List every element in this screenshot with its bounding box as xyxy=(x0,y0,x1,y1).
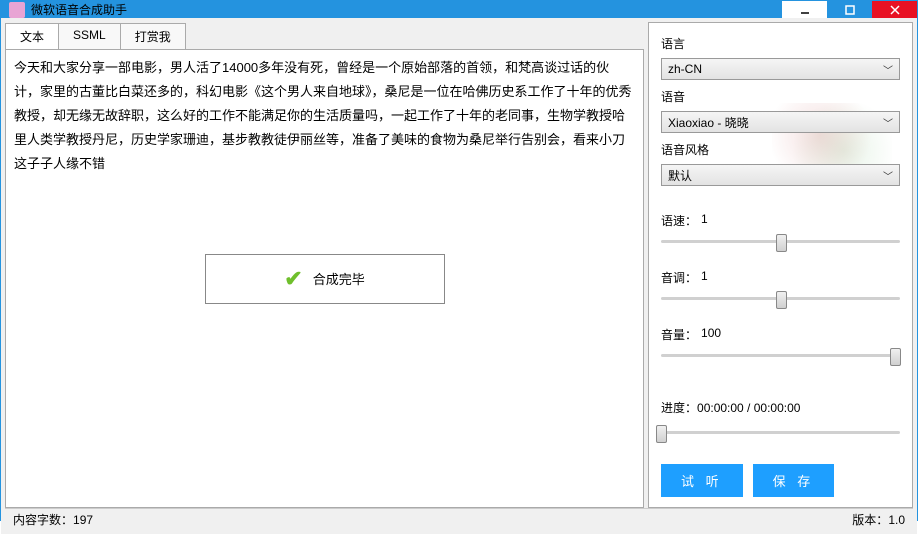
close-button[interactable] xyxy=(872,1,917,18)
titlebar[interactable]: 微软语音合成助手 xyxy=(1,1,917,18)
tab-strip: 文本 SSML 打赏我 xyxy=(5,22,644,49)
listen-button[interactable]: 试 听 xyxy=(661,464,743,497)
progress-label: 进度： xyxy=(661,401,697,415)
style-label: 语音风格 xyxy=(661,141,900,158)
volume-value: 100 xyxy=(701,326,721,343)
voice-label: 语音 xyxy=(661,88,900,105)
progress-value: 00:00:00 / 00:00:00 xyxy=(697,401,800,415)
version-value: 1.0 xyxy=(888,513,905,527)
settings-panel: 语言 zh-CN ﹀ 语音 Xiaoxiao - 晓晓 ﹀ 语音风格 默认 ﹀ … xyxy=(648,22,913,508)
voice-select[interactable]: Xiaoxiao - 晓晓 ﹀ xyxy=(661,111,900,133)
app-icon xyxy=(9,2,25,18)
app-window: 微软语音合成助手 文本 SSML 打赏我 ✔ 合成完毕 xyxy=(0,0,918,521)
pitch-label: 音调： xyxy=(661,269,697,286)
rate-label: 语速： xyxy=(661,212,697,229)
window-title: 微软语音合成助手 xyxy=(31,1,782,18)
charcount-label: 内容字数： xyxy=(13,511,73,528)
minimize-button[interactable] xyxy=(782,1,827,18)
tab-donate[interactable]: 打赏我 xyxy=(121,23,186,50)
pitch-value: 1 xyxy=(701,269,708,286)
pitch-slider[interactable] xyxy=(661,288,900,308)
rate-value: 1 xyxy=(701,212,708,229)
version-label: 版本： xyxy=(852,511,888,528)
tab-text[interactable]: 文本 xyxy=(5,23,59,50)
chevron-down-icon: ﹀ xyxy=(883,115,893,130)
client-area: 文本 SSML 打赏我 ✔ 合成完毕 语言 zh-CN ﹀ xyxy=(1,18,917,534)
statusbar: 内容字数： 197 版本： 1.0 xyxy=(5,508,913,530)
volume-label: 音量： xyxy=(661,326,697,343)
left-column: 文本 SSML 打赏我 ✔ 合成完毕 xyxy=(5,22,644,508)
rate-slider[interactable] xyxy=(661,231,900,251)
progress-slider[interactable] xyxy=(661,422,900,442)
toast-message: 合成完毕 xyxy=(313,269,365,288)
status-toast: ✔ 合成完毕 xyxy=(205,254,445,304)
chevron-down-icon: ﹀ xyxy=(883,62,893,77)
tab-ssml[interactable]: SSML xyxy=(59,23,121,50)
chevron-down-icon: ﹀ xyxy=(883,168,893,183)
maximize-button[interactable] xyxy=(827,1,872,18)
window-buttons xyxy=(782,1,917,18)
save-button[interactable]: 保 存 xyxy=(753,464,835,497)
charcount-value: 197 xyxy=(73,513,93,527)
volume-slider[interactable] xyxy=(661,345,900,365)
check-icon: ✔ xyxy=(284,266,302,292)
style-select[interactable]: 默认 ﹀ xyxy=(661,164,900,186)
language-label: 语言 xyxy=(661,35,900,52)
language-select[interactable]: zh-CN ﹀ xyxy=(661,58,900,80)
